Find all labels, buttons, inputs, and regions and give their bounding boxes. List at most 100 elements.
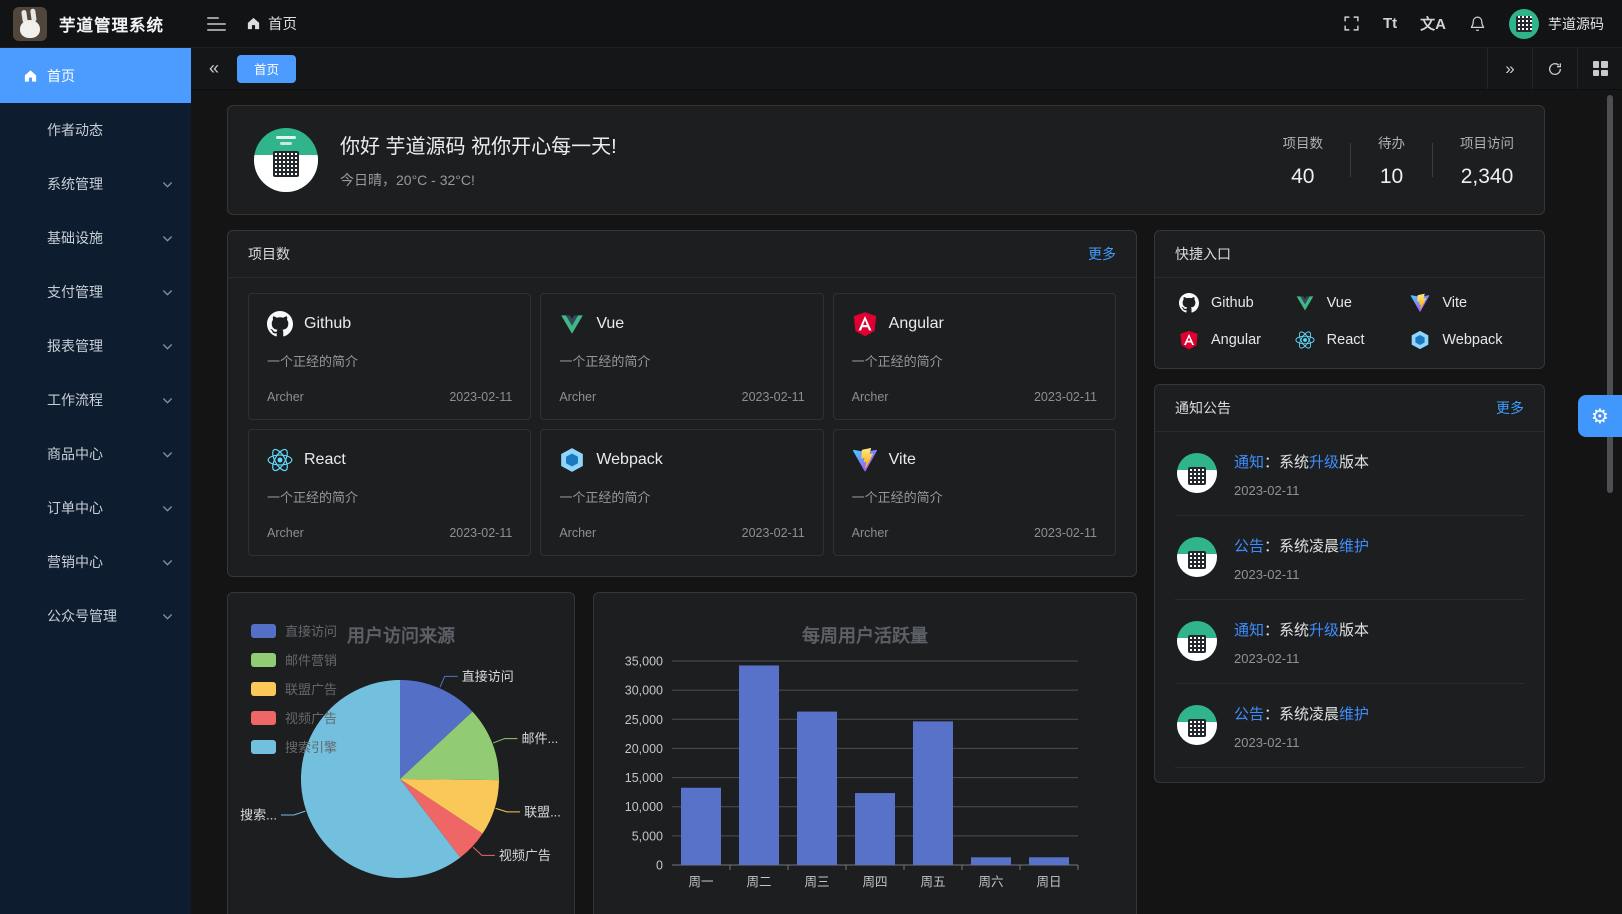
project-card-react[interactable]: React一个正经的简介Archer2023-02-11 [248, 429, 531, 556]
sidebar-item-3[interactable]: 系统管理 [0, 157, 191, 211]
project-card-webpack[interactable]: Webpack一个正经的简介Archer2023-02-11 [540, 429, 823, 556]
project-name: Github [304, 315, 351, 333]
stat-3: 项目访问2,340 [1433, 132, 1518, 189]
angular-icon [1179, 330, 1199, 350]
shortcut-label: Webpack [1442, 332, 1502, 348]
legend-item-联盟广告[interactable]: 联盟广告 [251, 679, 337, 698]
user-menu[interactable]: 芋道源码 [1509, 9, 1604, 39]
notice-title-link[interactable]: 公告：系统凌晨维护 [1234, 703, 1369, 724]
x-category-label: 周一 [688, 875, 713, 889]
chevron-down-icon [161, 556, 174, 569]
shortcut-github[interactable]: Github [1179, 293, 1289, 313]
welcome-texts: 你好 芋道源码 祝你开心每一天! 今日晴，20°C - 32°C! [340, 130, 617, 190]
notice-date: 2023-02-11 [1234, 567, 1369, 582]
legend-label: 联盟广告 [285, 679, 337, 698]
refresh-icon[interactable] [1532, 48, 1577, 89]
stat-label: 项目访问 [1460, 132, 1514, 152]
notice-qr-avatar [1177, 705, 1217, 745]
bar-周日[interactable] [1029, 857, 1069, 865]
tabs-menu-icon[interactable] [1577, 48, 1622, 89]
topbar-actions: Tt 文A 芋道源码 [1343, 9, 1622, 39]
legend-label: 搜索引擎 [285, 737, 337, 756]
legend-item-邮件营销[interactable]: 邮件营销 [251, 650, 337, 669]
language-icon[interactable]: 文A [1420, 13, 1446, 34]
stat-value: 10 [1378, 165, 1405, 189]
shortcut-label: Vue [1327, 295, 1352, 311]
notices-more-link[interactable]: 更多 [1496, 398, 1524, 418]
font-size-icon[interactable]: Tt [1383, 15, 1397, 32]
sidebar-item-label: 支付管理 [47, 282, 103, 302]
tab-home[interactable]: 首页 [237, 55, 296, 83]
shortcut-vite[interactable]: Vite [1410, 293, 1520, 313]
menu-collapse-icon[interactable] [207, 17, 226, 31]
notice-title-link[interactable]: 公告：系统凌晨维护 [1234, 535, 1369, 556]
bar-周二[interactable] [739, 665, 779, 865]
fullscreen-icon[interactable] [1343, 15, 1360, 32]
github-icon [1179, 293, 1199, 313]
legend-item-搜索引擎[interactable]: 搜索引擎 [251, 737, 337, 756]
pie-label: 搜索... [240, 808, 277, 823]
shortcut-label: Vite [1442, 295, 1467, 311]
sidebar-item-6[interactable]: 报表管理 [0, 319, 191, 373]
main-content: 你好 芋道源码 祝你开心每一天! 今日晴，20°C - 32°C! 项目数40待… [191, 90, 1622, 914]
notice-qr-avatar [1177, 453, 1217, 493]
tabs-scroll-right-icon[interactable]: » [1487, 48, 1532, 89]
sidebar-item-7[interactable]: 工作流程 [0, 373, 191, 427]
bar-周一[interactable] [681, 788, 721, 865]
sidebar-item-label: 商品中心 [47, 444, 103, 464]
sidebar-item-4[interactable]: 基础设施 [0, 211, 191, 265]
projects-more-link[interactable]: 更多 [1088, 244, 1116, 264]
sidebar-item-5[interactable]: 支付管理 [0, 265, 191, 319]
bar-周四[interactable] [855, 793, 895, 865]
stat-2: 待办10 [1351, 132, 1432, 189]
project-card-github[interactable]: Github一个正经的简介Archer2023-02-11 [248, 293, 531, 420]
project-description: 一个正经的简介 [852, 487, 1097, 506]
project-author: Archer [267, 390, 304, 404]
notice-title-link[interactable]: 通知：系统升级版本 [1234, 451, 1369, 472]
bar-chart-card: 每周用户活跃量 05,00010,00015,00020,00025,00030… [593, 592, 1137, 914]
y-tick-label: 0 [656, 859, 663, 873]
pie-chart-card: 用户访问来源 直接访问邮件营销联盟广告视频广告搜索引擎 直接访问邮件...联盟.… [227, 592, 575, 914]
project-card-angular[interactable]: Angular一个正经的简介Archer2023-02-11 [833, 293, 1116, 420]
bar-周三[interactable] [797, 712, 837, 865]
sidebar-item-1[interactable]: 首页 [0, 48, 191, 103]
sidebar: 首页作者动态系统管理基础设施支付管理报表管理工作流程商品中心订单中心营销中心公众… [0, 48, 191, 914]
shortcut-react[interactable]: React [1295, 330, 1405, 350]
project-date: 2023-02-11 [449, 526, 512, 540]
chevron-down-icon [161, 610, 174, 623]
legend-item-视频广告[interactable]: 视频广告 [251, 708, 337, 727]
sidebar-item-8[interactable]: 商品中心 [0, 427, 191, 481]
tabs-scroll-left-icon[interactable]: « [191, 58, 237, 79]
sidebar-item-11[interactable]: 公众号管理 [0, 589, 191, 643]
x-category-label: 周五 [920, 875, 945, 889]
breadcrumb[interactable]: 首页 [246, 13, 297, 34]
shortcut-angular[interactable]: Angular [1179, 330, 1289, 350]
bell-icon[interactable] [1469, 15, 1486, 32]
notices-card: 通知公告 更多 通知：系统升级版本2023-02-11公告：系统凌晨维护2023… [1154, 384, 1545, 783]
theme-settings-button[interactable]: ⚙ [1578, 395, 1622, 437]
project-author: Archer [267, 526, 304, 540]
sidebar-item-label: 系统管理 [47, 174, 103, 194]
projects-card: 项目数 更多 Github一个正经的简介Archer2023-02-11Vue一… [227, 230, 1137, 577]
legend-swatch [251, 624, 276, 638]
projects-title: 项目数 [248, 244, 290, 264]
shortcut-webpack[interactable]: Webpack [1410, 330, 1520, 350]
sidebar-item-10[interactable]: 营销中心 [0, 535, 191, 589]
bar-周五[interactable] [913, 721, 953, 865]
bar-周六[interactable] [971, 857, 1011, 865]
sidebar-item-9[interactable]: 订单中心 [0, 481, 191, 535]
y-tick-label: 10,000 [625, 800, 663, 814]
logo-area[interactable]: 芋道管理系统 [0, 7, 191, 41]
sidebar-item-label: 作者动态 [47, 120, 103, 140]
project-card-vite[interactable]: Vite一个正经的简介Archer2023-02-11 [833, 429, 1116, 556]
legend-item-直接访问[interactable]: 直接访问 [251, 621, 337, 640]
shortcut-vue[interactable]: Vue [1295, 293, 1405, 313]
project-card-vue[interactable]: Vue一个正经的简介Archer2023-02-11 [540, 293, 823, 420]
y-tick-label: 20,000 [625, 742, 663, 756]
chevron-down-icon [161, 178, 174, 191]
sidebar-item-2[interactable]: 作者动态 [0, 103, 191, 157]
vue-icon [1295, 293, 1315, 313]
notice-title-link[interactable]: 通知：系统升级版本 [1234, 619, 1369, 640]
rabbit-logo [13, 7, 47, 41]
home-icon [23, 68, 38, 83]
